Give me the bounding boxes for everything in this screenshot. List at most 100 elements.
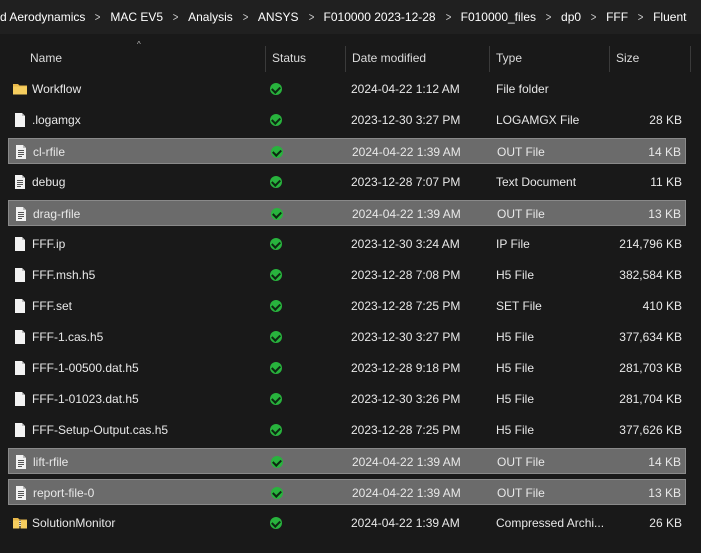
chevron-right-icon[interactable]: > [546,10,552,24]
chevron-right-icon[interactable]: > [308,10,314,24]
file-row[interactable]: lift-rfile 2024-04-22 1:39 AM OUT File 14 K… [8,448,686,474]
vertical-scrollbar[interactable] [691,44,701,553]
synced-check-icon [270,331,282,343]
text-file-icon [13,454,29,470]
file-icon [12,112,28,128]
file-size: 281,704 KB [619,392,682,406]
sync-status-cell [270,262,282,288]
breadcrumb-item[interactable]: Analysis [188,10,233,24]
sync-status-cell [271,480,283,506]
synced-check-icon [270,238,282,250]
file-type: H5 File [496,361,535,375]
sync-status-cell [270,231,282,257]
file-row[interactable]: FFF-1-00500.dat.h5 2023-12-28 9:18 PM H5 F… [8,355,686,381]
chevron-right-icon[interactable]: > [95,10,101,24]
file-type: SET File [496,299,542,313]
synced-check-icon [270,300,282,312]
file-type: OUT File [497,207,545,221]
sync-status-cell [270,510,282,536]
breadcrumb-item[interactable]: F010000_files [461,10,536,24]
file-date-modified: 2023-12-30 3:26 PM [351,392,461,406]
breadcrumb-item[interactable]: MAC EV5 [110,10,163,24]
file-date-modified: 2023-12-28 7:25 PM [351,423,461,437]
chevron-right-icon[interactable]: > [242,10,248,24]
text-file-icon [13,206,29,222]
sync-status-cell [271,449,283,475]
file-size: 28 KB [649,113,682,127]
file-size: 26 KB [649,516,682,530]
breadcrumb-item[interactable]: FFF [606,10,628,24]
file-icon [12,298,28,314]
synced-check-icon [270,362,282,374]
text-file-icon [12,174,28,190]
chevron-right-icon[interactable]: > [445,10,451,24]
folder-icon [12,81,28,97]
sync-status-cell [270,324,282,350]
synced-check-icon [270,114,282,126]
column-header-type[interactable]: Type [490,44,609,72]
file-name: lift-rfile [33,455,69,469]
sync-status-cell [270,293,282,319]
file-type: LOGAMGX File [496,113,580,127]
file-row[interactable]: debug 2023-12-28 7:07 PM Text Document 11 K… [8,169,686,195]
file-row[interactable]: SolutionMonitor 2024-04-22 1:39 AM Compres… [8,510,686,536]
file-type: H5 File [496,392,535,406]
file-icon [12,360,28,376]
file-size: 382,584 KB [619,268,682,282]
breadcrumb-item[interactable]: dp0 [561,10,581,24]
chevron-right-icon[interactable]: > [591,10,597,24]
file-date-modified: 2024-04-22 1:39 AM [351,516,460,530]
file-name: report-file-0 [33,486,95,500]
file-date-modified: 2024-04-22 1:12 AM [351,82,460,96]
file-row[interactable]: cl-rfile 2024-04-22 1:39 AM OUT File 14 KB [8,138,686,164]
file-name: drag-rfile [33,207,81,221]
file-row[interactable]: FFF.ip 2023-12-30 3:24 AM IP File 214,796 K… [8,231,686,257]
file-row[interactable]: .logamgx 2023-12-30 3:27 PM LOGAMGX File 28… [8,107,686,133]
file-size: 377,634 KB [619,330,682,344]
column-header-name[interactable]: Name [24,44,264,72]
file-name: FFF-1.cas.h5 [32,330,104,344]
column-header-date[interactable]: Date modified [346,44,489,72]
chevron-right-icon[interactable]: > [638,10,644,24]
file-row[interactable]: FFF-Setup-Output.cas.h5 2023-12-28 7:25 P… [8,417,686,443]
file-date-modified: 2024-04-22 1:39 AM [352,486,461,500]
file-icon [12,236,28,252]
file-size: 214,796 KB [619,237,682,251]
file-row[interactable]: Workflow 2024-04-22 1:12 AM File folder [8,76,686,102]
column-header-status[interactable]: Status [266,44,344,72]
file-type: Compressed Archi... [496,516,605,530]
file-date-modified: 2023-12-30 3:24 AM [351,237,460,251]
breadcrumb-item[interactable]: ANSYS [258,10,299,24]
file-row[interactable]: FFF-1.cas.h5 2023-12-30 3:27 PM H5 File 377… [8,324,686,350]
file-type: OUT File [497,455,545,469]
file-size: 11 KB [650,175,682,189]
sync-status-cell [270,386,282,412]
chevron-right-icon[interactable]: > [173,10,179,24]
file-date-modified: 2024-04-22 1:39 AM [352,207,461,221]
zip-folder-icon [12,515,28,531]
file-type: H5 File [496,268,535,282]
file-date-modified: 2023-12-28 7:25 PM [351,299,461,313]
file-name: debug [32,175,66,189]
file-type: Text Document [496,175,577,189]
file-row[interactable]: report-file-0 2024-04-22 1:39 AM OUT File 1… [8,479,686,505]
synced-check-icon [271,146,283,158]
text-file-icon [13,485,29,501]
file-size: 281,703 KB [619,361,682,375]
column-header-size[interactable]: Size [610,44,690,72]
file-name: Workflow [32,82,82,96]
file-name: SolutionMonitor [32,516,116,530]
synced-check-icon [270,393,282,405]
breadcrumb-item[interactable]: d Aerodynamics [0,10,85,24]
synced-check-icon [270,424,282,436]
file-row[interactable]: FFF.set 2023-12-28 7:25 PM SET File 410 KB [8,293,686,319]
file-row[interactable]: FFF-1-01023.dat.h5 2023-12-30 3:26 PM H5 F… [8,386,686,412]
synced-check-icon [270,176,282,188]
sort-ascending-icon: ^ [137,40,141,49]
breadcrumb-item[interactable]: Fluent [653,10,686,24]
file-name: cl-rfile [33,145,65,159]
breadcrumb-item[interactable]: F010000 2023-12-28 [324,10,436,24]
file-row[interactable]: drag-rfile 2024-04-22 1:39 AM OUT File 13 K… [8,200,686,226]
file-size: 13 KB [648,486,681,500]
file-row[interactable]: FFF.msh.h5 2023-12-28 7:08 PM H5 File 382,5… [8,262,686,288]
